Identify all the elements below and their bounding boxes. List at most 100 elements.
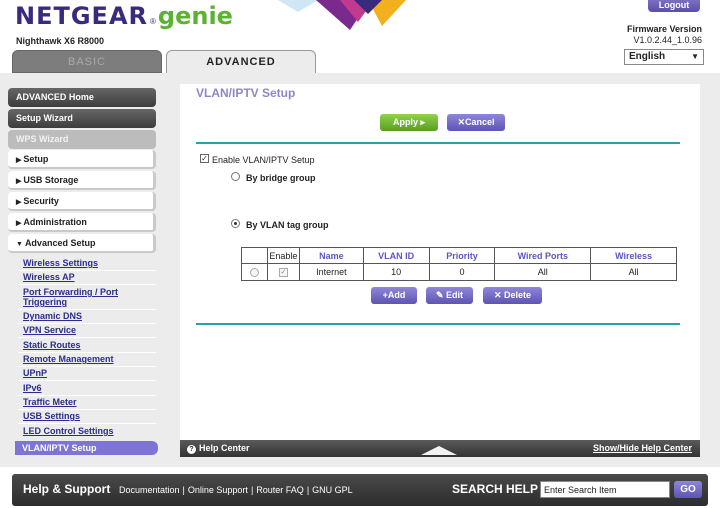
sidebar-sub-static-routes[interactable]: Static Routes <box>23 340 81 350</box>
triangle-right-icon: ▶ <box>16 178 22 185</box>
search-help-input[interactable] <box>540 481 670 498</box>
triangle-right-icon: ▶ <box>16 157 22 164</box>
footer-link-online-support[interactable]: Online Support <box>188 485 248 495</box>
sidebar-sub-ipv6[interactable]: IPv6 <box>23 383 42 393</box>
apply-button[interactable]: Apply ▸ <box>380 114 438 131</box>
sidebar-item-usb-storage[interactable]: ▶ USB Storage <box>8 171 156 190</box>
search-go-button[interactable]: GO <box>674 481 702 498</box>
add-label: Add <box>387 290 406 300</box>
row-enable-cell: ✓ <box>266 263 300 281</box>
show-hide-help-link[interactable]: Show/Hide Help Center <box>593 443 692 453</box>
table-header-row: Enable Name VLAN ID Priority Wired Ports… <box>241 247 677 264</box>
router-admin-page: NETGEAR ® genie Nighthawk X6 R8000 Logou… <box>0 0 720 508</box>
row-wired-ports: All <box>494 263 592 281</box>
triangle-right-icon: ▶ <box>16 220 22 227</box>
sidebar-item-label: Setup <box>23 154 49 164</box>
language-select[interactable]: English ▼ <box>624 49 704 65</box>
footer-link-router-faq[interactable]: Router FAQ <box>256 485 304 495</box>
sidebar-sub-led-control[interactable]: LED Control Settings <box>23 426 114 436</box>
divider <box>18 380 156 381</box>
language-value: English <box>629 51 666 62</box>
sidebar-sub-wireless-settings[interactable]: Wireless Settings <box>23 258 98 268</box>
divider <box>18 352 156 353</box>
separator: | <box>182 485 185 495</box>
vlan-tag-group-label: By VLAN tag group <box>246 220 329 230</box>
divider <box>18 395 156 396</box>
divider <box>18 409 156 410</box>
delete-label: Delete <box>504 290 532 300</box>
router-model: Nighthawk X6 R8000 <box>16 36 105 46</box>
sidebar-sub-wireless-ap[interactable]: Wireless AP <box>23 272 75 282</box>
sidebar-sub-remote-management[interactable]: Remote Management <box>23 354 114 364</box>
tab-basic[interactable]: BASIC <box>12 50 162 73</box>
row-select-cell <box>241 263 268 281</box>
row-vlan-id: 10 <box>362 263 430 281</box>
footer-link-gnu-gpl[interactable]: GNU GPL <box>312 485 353 495</box>
cancel-label: Cancel <box>465 117 495 127</box>
sidebar-setup-wizard[interactable]: Setup Wizard <box>8 109 156 128</box>
footer-links: Documentation | Online Support | Router FAQ |… <box>119 485 353 495</box>
sidebar-item-setup[interactable]: ▶ Setup <box>8 150 156 169</box>
page-title: VLAN/IPTV Setup <box>196 86 296 100</box>
divider <box>18 309 156 310</box>
col-header-priority: Priority <box>428 247 496 264</box>
row-wireless: All <box>590 263 677 281</box>
sidebar-item-administration[interactable]: ▶ Administration <box>8 213 156 232</box>
separator: | <box>250 485 254 495</box>
vlan-table: Enable Name VLAN ID Priority Wired Ports… <box>241 247 677 281</box>
sidebar-sub-traffic-meter[interactable]: Traffic Meter <box>23 397 77 407</box>
divider <box>18 423 156 424</box>
vlan-tag-group-radio[interactable] <box>231 219 240 228</box>
add-button[interactable]: +Add <box>371 287 417 304</box>
col-header-select <box>241 247 268 264</box>
enable-vlan-checkbox[interactable]: ✓ <box>200 154 209 163</box>
brand-name: NETGEAR <box>15 2 148 30</box>
help-center-label: Help Center <box>199 443 250 453</box>
sidebar-sub-port-triggering[interactable]: Triggering <box>23 297 67 307</box>
sidebar-sub-upnp[interactable]: UPnP <box>23 368 47 378</box>
row-enable-checkbox[interactable]: ✓ <box>278 268 288 278</box>
edit-button[interactable]: ✎ Edit <box>426 287 473 304</box>
col-header-name: Name <box>298 247 364 264</box>
col-header-wireless: Wireless <box>590 247 677 264</box>
footer-link-documentation[interactable]: Documentation <box>119 485 180 495</box>
delete-button[interactable]: ✕ Delete <box>483 287 542 304</box>
sidebar-item-security[interactable]: ▶ Security <box>8 192 156 211</box>
check-icon: ✓ <box>201 154 208 163</box>
firmware-label: Firmware Version <box>626 24 702 34</box>
sidebar-item-label: Administration <box>23 217 87 227</box>
divider <box>18 366 156 367</box>
divider <box>18 284 156 285</box>
cancel-button[interactable]: ✕Cancel <box>447 114 505 131</box>
question-icon: ? <box>187 445 196 454</box>
logout-button[interactable]: Logout <box>648 0 700 12</box>
sidebar-sub-usb-settings[interactable]: USB Settings <box>23 411 80 421</box>
sidebar-sub-vlan-iptv-active[interactable]: VLAN/IPTV Setup <box>15 441 158 455</box>
sidebar-sub-vpn-service[interactable]: VPN Service <box>23 325 76 335</box>
sidebar-item-advanced-setup[interactable]: ▼ Advanced Setup <box>8 234 156 253</box>
row-select-radio[interactable] <box>249 268 259 278</box>
bridge-group-label: By bridge group <box>246 173 316 183</box>
bridge-group-radio[interactable] <box>231 172 240 181</box>
separator: | <box>306 485 310 495</box>
triangle-down-icon: ▼ <box>16 241 23 248</box>
sidebar-item-label: Security <box>23 196 59 206</box>
help-center-link[interactable]: ? Help Center <box>187 443 250 454</box>
sidebar-wps-wizard[interactable]: WPS Wizard <box>8 130 156 149</box>
sidebar-sub-port-forwarding[interactable]: Port Forwarding / Port <box>23 287 118 297</box>
enable-vlan-label: Enable VLAN/IPTV Setup <box>212 155 315 165</box>
tab-advanced[interactable]: ADVANCED <box>166 50 316 73</box>
sidebar-advanced-home[interactable]: ADVANCED Home <box>8 88 156 107</box>
decorative-shapes-icon <box>278 0 406 30</box>
firmware-version: V1.0.2.44_1.0.96 <box>633 35 702 45</box>
col-header-vlan-id: VLAN ID <box>362 247 430 264</box>
sidebar-sub-dynamic-dns[interactable]: Dynamic DNS <box>23 311 82 321</box>
divider-top <box>196 142 680 144</box>
table-row: ✓ Internet 10 0 All All <box>241 263 677 281</box>
sidebar-item-label: Advanced Setup <box>24 238 96 248</box>
edit-label: Edit <box>446 290 464 300</box>
pencil-icon: ✎ <box>435 290 447 300</box>
header: NETGEAR ® genie Nighthawk X6 R8000 Logou… <box>0 0 720 73</box>
registered-mark: ® <box>150 17 156 26</box>
expand-help-arrow-icon[interactable] <box>421 446 457 455</box>
